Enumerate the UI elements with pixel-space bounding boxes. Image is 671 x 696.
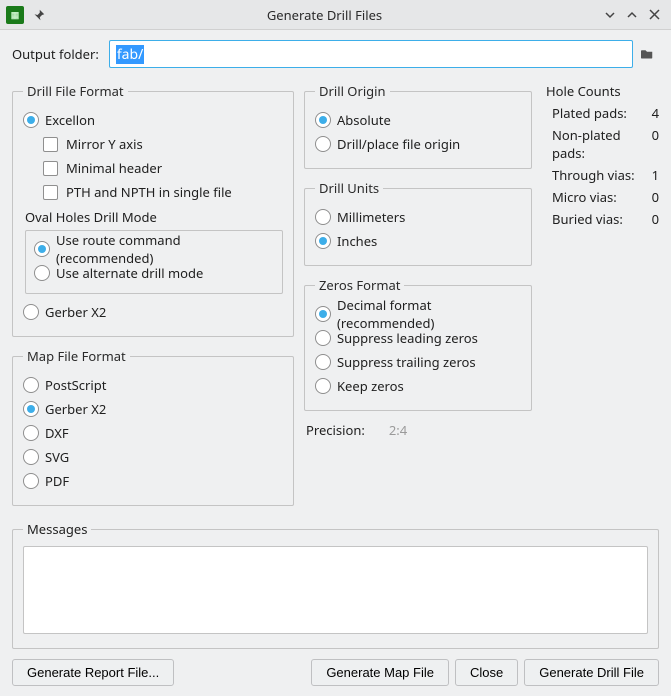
radio-gerber-x2-drill-label: Gerber X2	[45, 303, 106, 321]
drill-units-group: Drill Units Millimeters Inches	[304, 179, 532, 266]
radio-map-svg[interactable]: SVG	[23, 447, 283, 467]
output-folder-label: Output folder:	[12, 45, 99, 63]
count-micro-value: 0	[652, 188, 659, 206]
count-buried-label: Buried vias:	[552, 210, 623, 228]
dialog-button-row: Generate Report File... Generate Map Fil…	[12, 659, 659, 686]
radio-origin-absolute-label: Absolute	[337, 111, 391, 129]
hole-counts-title: Hole Counts	[546, 82, 659, 100]
messages-textarea[interactable]	[23, 546, 648, 634]
precision-row: Precision: 2:4	[304, 421, 532, 439]
close-icon[interactable]	[645, 6, 663, 24]
radio-units-mm-label: Millimeters	[337, 208, 405, 226]
map-file-format-legend: Map File Format	[23, 347, 130, 365]
titlebar: ▦ Generate Drill Files	[0, 0, 671, 30]
oval-holes-mode-label: Oval Holes Drill Mode	[25, 208, 283, 226]
hole-counts-group: Hole Counts Plated pads: 4 Non-plated pa…	[542, 82, 659, 516]
count-plated-value: 4	[652, 104, 659, 122]
radio-excellon[interactable]: Excellon	[23, 110, 283, 130]
generate-map-button[interactable]: Generate Map File	[311, 659, 449, 686]
check-mirror-y-label: Mirror Y axis	[66, 135, 143, 153]
pin-icon[interactable]	[30, 6, 48, 24]
radio-zeros-keep-label: Keep zeros	[337, 377, 404, 395]
folder-icon	[641, 47, 653, 61]
count-buried-value: 0	[652, 210, 659, 228]
radio-use-alt-drill-label: Use alternate drill mode	[56, 264, 203, 282]
map-file-format-group: Map File Format PostScript Gerber X2 DXF…	[12, 347, 294, 506]
radio-zeros-decimal[interactable]: Decimal format (recommended)	[315, 304, 521, 324]
radio-zeros-decimal-label: Decimal format (recommended)	[337, 296, 521, 332]
radio-use-route-label: Use route command (recommended)	[56, 231, 274, 267]
drill-file-format-group: Drill File Format Excellon Mirror Y axis…	[12, 82, 294, 337]
radio-origin-file-label: Drill/place file origin	[337, 135, 460, 153]
zeros-format-legend: Zeros Format	[315, 276, 404, 294]
count-nonplated: Non-plated pads: 0	[546, 126, 659, 162]
radio-map-postscript-label: PostScript	[45, 376, 106, 394]
radio-zeros-keep[interactable]: Keep zeros	[315, 376, 521, 396]
drill-origin-group: Drill Origin Absolute Drill/place file o…	[304, 82, 532, 169]
output-folder-input[interactable]: fab/	[109, 40, 633, 68]
check-minimal-header-label: Minimal header	[66, 159, 162, 177]
radio-map-dxf[interactable]: DXF	[23, 423, 283, 443]
output-folder-value: fab/	[116, 45, 145, 64]
output-folder-row: Output folder: fab/	[12, 40, 659, 68]
maximize-icon[interactable]	[623, 6, 641, 24]
window-title: Generate Drill Files	[50, 6, 599, 24]
radio-zeros-sup-trail-label: Suppress trailing zeros	[337, 353, 476, 371]
check-pth-npth-single[interactable]: PTH and NPTH in single file	[43, 182, 283, 202]
radio-zeros-sup-lead-label: Suppress leading zeros	[337, 329, 478, 347]
precision-value: 2:4	[389, 421, 407, 439]
radio-map-postscript[interactable]: PostScript	[23, 375, 283, 395]
check-mirror-y[interactable]: Mirror Y axis	[43, 134, 283, 154]
minimize-icon[interactable]	[601, 6, 619, 24]
radio-origin-absolute[interactable]: Absolute	[315, 110, 521, 130]
close-button[interactable]: Close	[455, 659, 518, 686]
messages-group: Messages	[12, 520, 659, 649]
radio-gerber-x2-drill[interactable]: Gerber X2	[23, 302, 283, 322]
radio-units-in-label: Inches	[337, 232, 377, 250]
count-micro: Micro vias: 0	[546, 188, 659, 206]
count-micro-label: Micro vias:	[552, 188, 617, 206]
radio-map-dxf-label: DXF	[45, 424, 69, 442]
check-pth-npth-single-label: PTH and NPTH in single file	[66, 183, 232, 201]
app-icon: ▦	[6, 6, 24, 24]
count-buried: Buried vias: 0	[546, 210, 659, 228]
drill-file-format-legend: Drill File Format	[23, 82, 128, 100]
browse-button[interactable]	[635, 42, 659, 66]
count-through-label: Through vias:	[552, 166, 635, 184]
count-plated-label: Plated pads:	[552, 104, 627, 122]
precision-label: Precision:	[306, 421, 365, 439]
messages-legend: Messages	[23, 520, 91, 538]
radio-map-pdf[interactable]: PDF	[23, 471, 283, 491]
radio-units-in[interactable]: Inches	[315, 231, 521, 251]
radio-map-pdf-label: PDF	[45, 472, 69, 490]
count-through-value: 1	[652, 166, 659, 184]
zeros-format-group: Zeros Format Decimal format (recommended…	[304, 276, 532, 411]
radio-units-mm[interactable]: Millimeters	[315, 207, 521, 227]
radio-excellon-label: Excellon	[45, 111, 95, 129]
count-plated: Plated pads: 4	[546, 104, 659, 122]
radio-origin-file[interactable]: Drill/place file origin	[315, 134, 521, 154]
generate-drill-button[interactable]: Generate Drill File	[524, 659, 659, 686]
radio-map-svg-label: SVG	[45, 448, 69, 466]
generate-report-button[interactable]: Generate Report File...	[12, 659, 174, 686]
count-nonplated-label: Non-plated pads:	[552, 126, 652, 162]
radio-use-route[interactable]: Use route command (recommended)	[34, 239, 274, 259]
count-nonplated-value: 0	[652, 126, 659, 162]
radio-zeros-sup-trail[interactable]: Suppress trailing zeros	[315, 352, 521, 372]
radio-map-gerber-x2[interactable]: Gerber X2	[23, 399, 283, 419]
count-through: Through vias: 1	[546, 166, 659, 184]
oval-holes-mode-group: Use route command (recommended) Use alte…	[25, 230, 283, 294]
drill-origin-legend: Drill Origin	[315, 82, 390, 100]
radio-map-gerber-x2-label: Gerber X2	[45, 400, 106, 418]
drill-units-legend: Drill Units	[315, 179, 383, 197]
output-folder-textfield[interactable]	[144, 45, 628, 63]
check-minimal-header[interactable]: Minimal header	[43, 158, 283, 178]
